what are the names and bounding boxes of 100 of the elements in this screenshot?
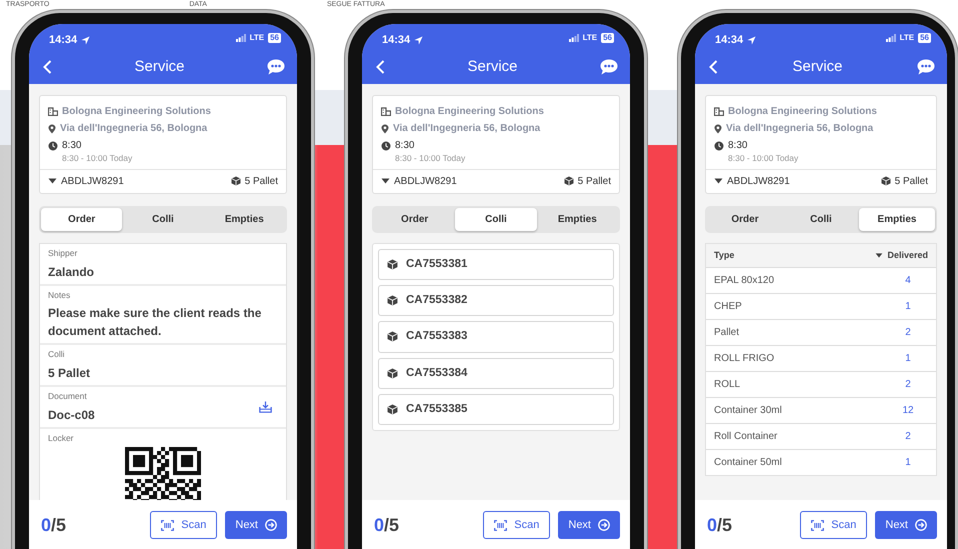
building-icon xyxy=(714,107,724,116)
chat-icon[interactable] xyxy=(600,59,618,75)
pin-icon xyxy=(48,124,56,134)
box-icon xyxy=(387,368,398,379)
battery-level: 56 xyxy=(601,33,614,43)
scan-button[interactable]: Scan xyxy=(483,510,550,540)
chat-icon[interactable] xyxy=(917,59,935,75)
arrival-time: 8:30 xyxy=(728,139,748,153)
status-time: 14:34 xyxy=(715,33,744,48)
barcode-scan-icon xyxy=(161,520,174,530)
tab[interactable]: Empties xyxy=(536,208,618,231)
network-label: LTE xyxy=(250,32,264,44)
field-value: 5 Pallet xyxy=(48,365,92,382)
table-cell-text: 2 xyxy=(904,430,912,444)
chat-icon[interactable] xyxy=(267,59,285,75)
back-icon[interactable] xyxy=(376,60,385,74)
barcode-scan-icon xyxy=(494,520,508,530)
battery-level: 56 xyxy=(918,33,931,43)
building-icon xyxy=(381,107,391,116)
colli-row[interactable]: CA7553382 xyxy=(378,285,614,316)
location-arrow-icon xyxy=(414,36,424,45)
tab[interactable]: Colli xyxy=(783,208,859,231)
table-cell-text: 12 xyxy=(901,404,915,418)
arrow-circle-icon xyxy=(915,519,927,531)
scan-button[interactable]: Scan xyxy=(800,510,868,540)
table-cell-text: 1 xyxy=(904,300,912,314)
colli-row[interactable]: CA7553384 xyxy=(378,358,614,389)
back-icon[interactable] xyxy=(709,60,718,74)
field-label: Locker xyxy=(48,432,75,444)
arrow-circle-icon xyxy=(598,519,610,531)
time-window: 8:30 - 10:00 Today xyxy=(62,152,278,165)
arrival-time: 8:30 xyxy=(62,139,82,153)
table-cell-text: Container 30ml xyxy=(714,404,782,418)
location-arrow-icon xyxy=(747,36,756,45)
table-cell-text: 1 xyxy=(904,352,912,366)
field-label: Colli xyxy=(48,348,66,361)
address-text: Via dell'Ingegneria 56, Bologna xyxy=(60,122,208,136)
page-title: Service xyxy=(467,56,518,77)
next-button[interactable]: Next xyxy=(225,510,287,540)
colli-code: CA7553383 xyxy=(406,329,468,344)
location-arrow-icon xyxy=(81,36,90,45)
table-cell-text: 4 xyxy=(904,274,912,288)
field-value: Please make sure the client reads the document attached. xyxy=(48,305,262,340)
load-summary: 5 Pallet xyxy=(578,174,611,189)
box-icon xyxy=(880,176,891,186)
clock-icon xyxy=(381,140,391,150)
table-cell-text: EPAL 80x120 xyxy=(714,274,774,288)
colli-code: CA7553382 xyxy=(406,293,468,308)
box-icon xyxy=(387,331,398,342)
box-icon xyxy=(230,176,241,186)
signal-icon xyxy=(236,34,246,42)
back-icon[interactable] xyxy=(43,60,52,74)
next-button[interactable]: Next xyxy=(875,510,937,540)
table-cell-text: Pallet xyxy=(714,326,740,340)
building-icon xyxy=(48,107,58,116)
progress-counter: 0/5 xyxy=(41,514,66,536)
download-icon[interactable] xyxy=(259,400,272,413)
company-name: Bologna Engineering Solutions xyxy=(395,105,544,119)
order-number: ABDLJW8291 xyxy=(394,174,457,189)
barcode-scan-icon xyxy=(811,520,824,530)
tab[interactable]: Empties xyxy=(859,208,935,231)
colli-row[interactable]: CA7553381 xyxy=(378,248,614,280)
column-header: Type xyxy=(714,248,734,262)
page-title: Service xyxy=(792,56,843,77)
clock-icon xyxy=(714,140,724,150)
table-cell-text: ROLL xyxy=(714,378,740,392)
address-text: Via dell'Ingegneria 56, Bologna xyxy=(726,122,874,136)
scan-button[interactable]: Scan xyxy=(150,510,218,540)
tab[interactable]: Order xyxy=(374,208,456,231)
box-icon xyxy=(387,404,398,415)
field-value: Doc-c08 xyxy=(48,406,95,424)
next-button[interactable]: Next xyxy=(558,510,620,540)
tab[interactable]: Order xyxy=(41,208,122,231)
colli-row[interactable]: CA7553385 xyxy=(378,394,614,425)
arrow-circle-icon xyxy=(265,519,277,531)
column-header: Delivered xyxy=(887,248,928,262)
caret-down-icon[interactable] xyxy=(381,178,390,184)
company-name: Bologna Engineering Solutions xyxy=(62,105,211,119)
time-window: 8:30 - 10:00 Today xyxy=(395,152,611,165)
network-label: LTE xyxy=(900,32,914,44)
progress-counter: 0/5 xyxy=(374,514,400,536)
caret-down-icon[interactable] xyxy=(48,178,57,184)
clock-icon xyxy=(48,140,58,150)
colli-code: CA7553385 xyxy=(406,402,468,417)
table-cell-text: Container 50ml xyxy=(714,456,782,470)
caret-down-icon[interactable] xyxy=(714,178,723,184)
sort-caret-icon[interactable] xyxy=(875,253,884,258)
signal-icon xyxy=(568,34,579,42)
time-window: 8:30 - 10:00 Today xyxy=(728,152,928,165)
box-icon xyxy=(387,295,398,306)
tab[interactable]: Colli xyxy=(455,208,537,231)
tab[interactable]: Colli xyxy=(122,208,204,231)
signal-icon xyxy=(886,34,896,42)
battery-level: 56 xyxy=(268,33,281,43)
box-icon xyxy=(564,176,574,186)
tab[interactable]: Order xyxy=(707,208,783,231)
field-label: Document xyxy=(48,390,88,403)
tab[interactable]: Empties xyxy=(204,208,285,231)
pin-icon xyxy=(381,124,389,134)
colli-row[interactable]: CA7553383 xyxy=(378,321,614,352)
